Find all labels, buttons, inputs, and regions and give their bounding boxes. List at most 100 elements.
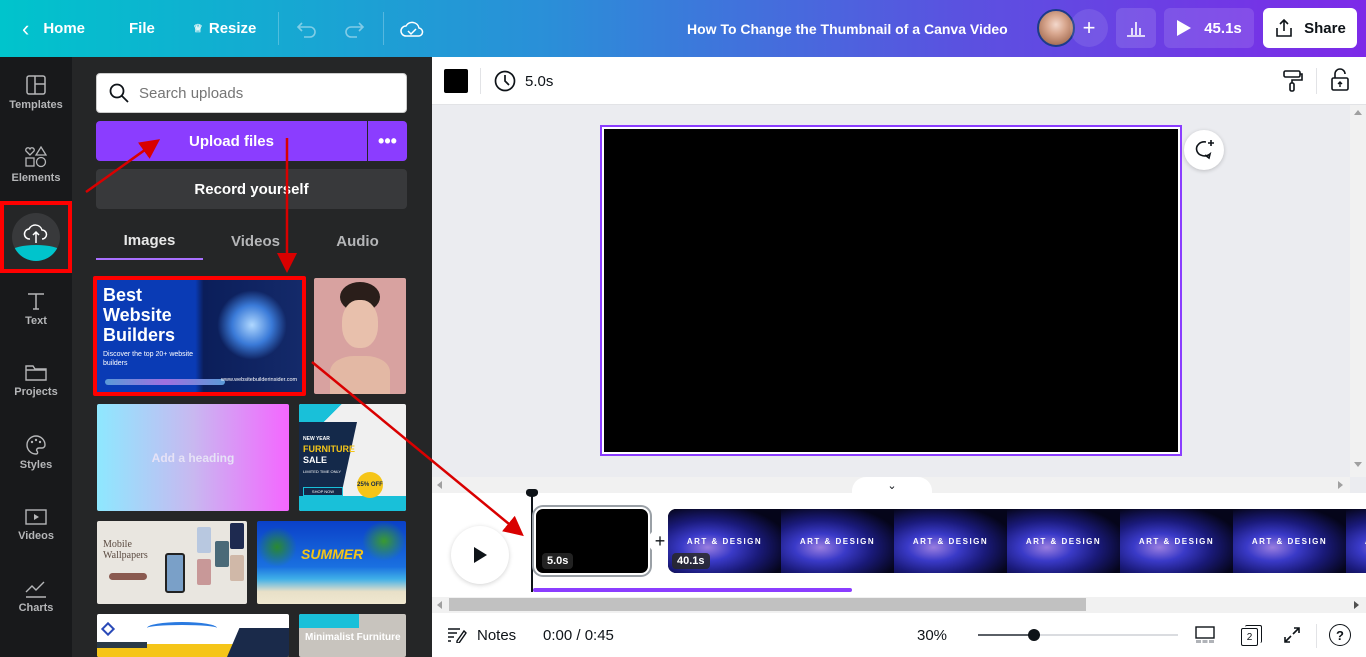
zoom-slider-handle[interactable] xyxy=(1028,629,1040,641)
scrollbar-thumb[interactable] xyxy=(449,598,1086,611)
thumb-text: NEW YEAR xyxy=(303,436,330,442)
canvas-horizontal-scrollbar[interactable]: ⌄ xyxy=(432,477,1350,493)
design-title[interactable]: How To Change the Thumbnail of a Canva V… xyxy=(687,0,1008,57)
rail-item-templates[interactable]: Templates xyxy=(0,57,72,129)
audio-track-bar[interactable] xyxy=(533,588,852,592)
upload-files-button[interactable]: Upload files xyxy=(96,121,367,161)
palette-icon xyxy=(26,435,46,455)
divider xyxy=(383,12,384,45)
upload-thumb-portrait[interactable] xyxy=(314,278,406,394)
upload-thumb-summer[interactable]: SUMMER xyxy=(257,521,406,604)
scroll-right-arrow[interactable] xyxy=(1338,481,1343,489)
present-button[interactable]: 45.1s xyxy=(1164,8,1254,48)
left-rail: Templates Elements Text Projects Styles … xyxy=(0,57,72,657)
tab-videos[interactable]: Videos xyxy=(203,222,308,260)
tab-images[interactable]: Images xyxy=(96,222,203,260)
clip-frame: ART & DESIGN xyxy=(1007,509,1120,573)
timeline-horizontal-scrollbar[interactable] xyxy=(432,597,1366,613)
zoom-slider[interactable] xyxy=(978,629,1178,641)
playhead-handle[interactable] xyxy=(526,489,538,497)
thumb-url: www.websitebuilderinsider.com xyxy=(221,377,298,383)
clip-2[interactable]: ART & DESIGN ART & DESIGN ART & DESIGN ART … xyxy=(668,509,1366,573)
portrait-shoulders xyxy=(330,356,390,394)
paint-roller-icon xyxy=(1283,70,1303,92)
hide-timeline-button[interactable]: ⌄ xyxy=(852,477,932,493)
thumb-text: Mobile Wallpapers xyxy=(103,539,148,561)
play-duration: 45.1s xyxy=(1204,19,1242,37)
notes-button[interactable]: Notes xyxy=(447,613,516,657)
add-comment-button[interactable] xyxy=(1184,130,1224,170)
uploads-badge xyxy=(12,213,60,261)
url-bar xyxy=(105,379,225,385)
scroll-left-arrow[interactable] xyxy=(437,481,442,489)
duration-button[interactable]: 5.0s xyxy=(494,57,553,105)
copy-style-button[interactable] xyxy=(1282,69,1306,93)
home-button[interactable]: ‹ Home xyxy=(22,0,85,57)
thumb-cta: SHOP NOW xyxy=(303,487,343,496)
more-icon: ••• xyxy=(378,130,397,151)
thumb-text: Minimalist Furniture xyxy=(305,632,401,643)
upload-thumb-best-website-builders[interactable]: Best Website Builders Discover the top 2… xyxy=(93,276,306,396)
tab-audio[interactable]: Audio xyxy=(308,222,407,260)
scroll-left-arrow[interactable] xyxy=(437,601,442,609)
scroll-up-arrow[interactable] xyxy=(1354,110,1362,115)
rail-item-styles[interactable]: Styles xyxy=(0,417,72,489)
upload-more-button[interactable]: ••• xyxy=(368,121,407,161)
video-icon xyxy=(25,509,47,525)
fullscreen-button[interactable] xyxy=(1283,626,1301,648)
divider xyxy=(1316,68,1317,94)
clip-duration: 40.1s xyxy=(672,553,710,569)
plus-icon: + xyxy=(1082,15,1096,40)
playback-time: 0:00 / 0:45 xyxy=(543,627,614,644)
insights-button[interactable] xyxy=(1116,8,1156,48)
redo-button[interactable] xyxy=(343,0,365,57)
rail-item-uploads[interactable] xyxy=(0,201,72,273)
help-button[interactable]: ? xyxy=(1329,624,1351,646)
rail-item-elements[interactable]: Elements xyxy=(0,129,72,201)
share-button[interactable]: Share xyxy=(1263,8,1357,48)
notes-icon xyxy=(448,628,467,643)
bar-chart-icon xyxy=(1127,22,1145,37)
upload-thumb-add-heading[interactable]: Add a heading xyxy=(97,404,289,511)
search-icon xyxy=(109,83,129,103)
record-yourself-button[interactable]: Record yourself xyxy=(96,169,407,209)
clip-frame: ART & DESIGN xyxy=(894,509,1007,573)
zoom-level[interactable]: 30% xyxy=(917,627,947,644)
home-label: Home xyxy=(43,20,86,37)
background-color-swatch[interactable] xyxy=(444,69,468,93)
add-collaborator-button[interactable]: + xyxy=(1070,9,1108,47)
rail-label: Elements xyxy=(11,172,61,184)
resize-button[interactable]: ♕ Resize xyxy=(193,0,256,57)
upload-thumb-mobile-wallpapers[interactable]: Mobile Wallpapers xyxy=(97,521,247,604)
templates-icon xyxy=(26,75,46,95)
timeline-play-button[interactable] xyxy=(451,526,509,584)
search-input[interactable] xyxy=(139,84,379,102)
lock-button[interactable] xyxy=(1330,68,1354,94)
rail-item-charts[interactable]: Charts xyxy=(0,561,72,633)
notes-label: Notes xyxy=(477,626,517,644)
clip-1[interactable]: 5.0s xyxy=(534,507,650,575)
rail-item-text[interactable]: Text xyxy=(0,273,72,345)
undo-button[interactable] xyxy=(296,0,318,57)
search-box[interactable] xyxy=(96,73,407,113)
file-menu[interactable]: File xyxy=(129,0,155,57)
clip-frame: ART & DESIGN xyxy=(1233,509,1346,573)
upload-thumb-company[interactable] xyxy=(97,614,289,657)
rail-item-videos[interactable]: Videos xyxy=(0,489,72,561)
grid-view-button[interactable] xyxy=(1195,626,1215,648)
scroll-down-arrow[interactable] xyxy=(1354,462,1362,467)
rail-label: Charts xyxy=(18,602,54,614)
crown-icon: ♕ xyxy=(193,23,203,35)
rail-item-projects[interactable]: Projects xyxy=(0,345,72,417)
play-icon xyxy=(474,547,487,563)
upload-thumb-furniture-sale[interactable]: NEW YEAR FURNITURE SALE LIMITED TIME ONL… xyxy=(299,404,406,511)
pages-button[interactable]: 2 xyxy=(1241,625,1263,647)
save-status-button[interactable] xyxy=(400,0,424,57)
design-page[interactable] xyxy=(600,125,1182,456)
scroll-right-arrow[interactable] xyxy=(1354,601,1359,609)
vertical-scrollbar[interactable] xyxy=(1350,105,1366,477)
uploads-panel: Upload files ••• Record yourself Images … xyxy=(72,57,432,657)
playhead[interactable] xyxy=(526,489,538,592)
text-icon xyxy=(28,293,44,310)
upload-thumb-minimalist[interactable]: Minimalist Furniture xyxy=(299,614,406,657)
